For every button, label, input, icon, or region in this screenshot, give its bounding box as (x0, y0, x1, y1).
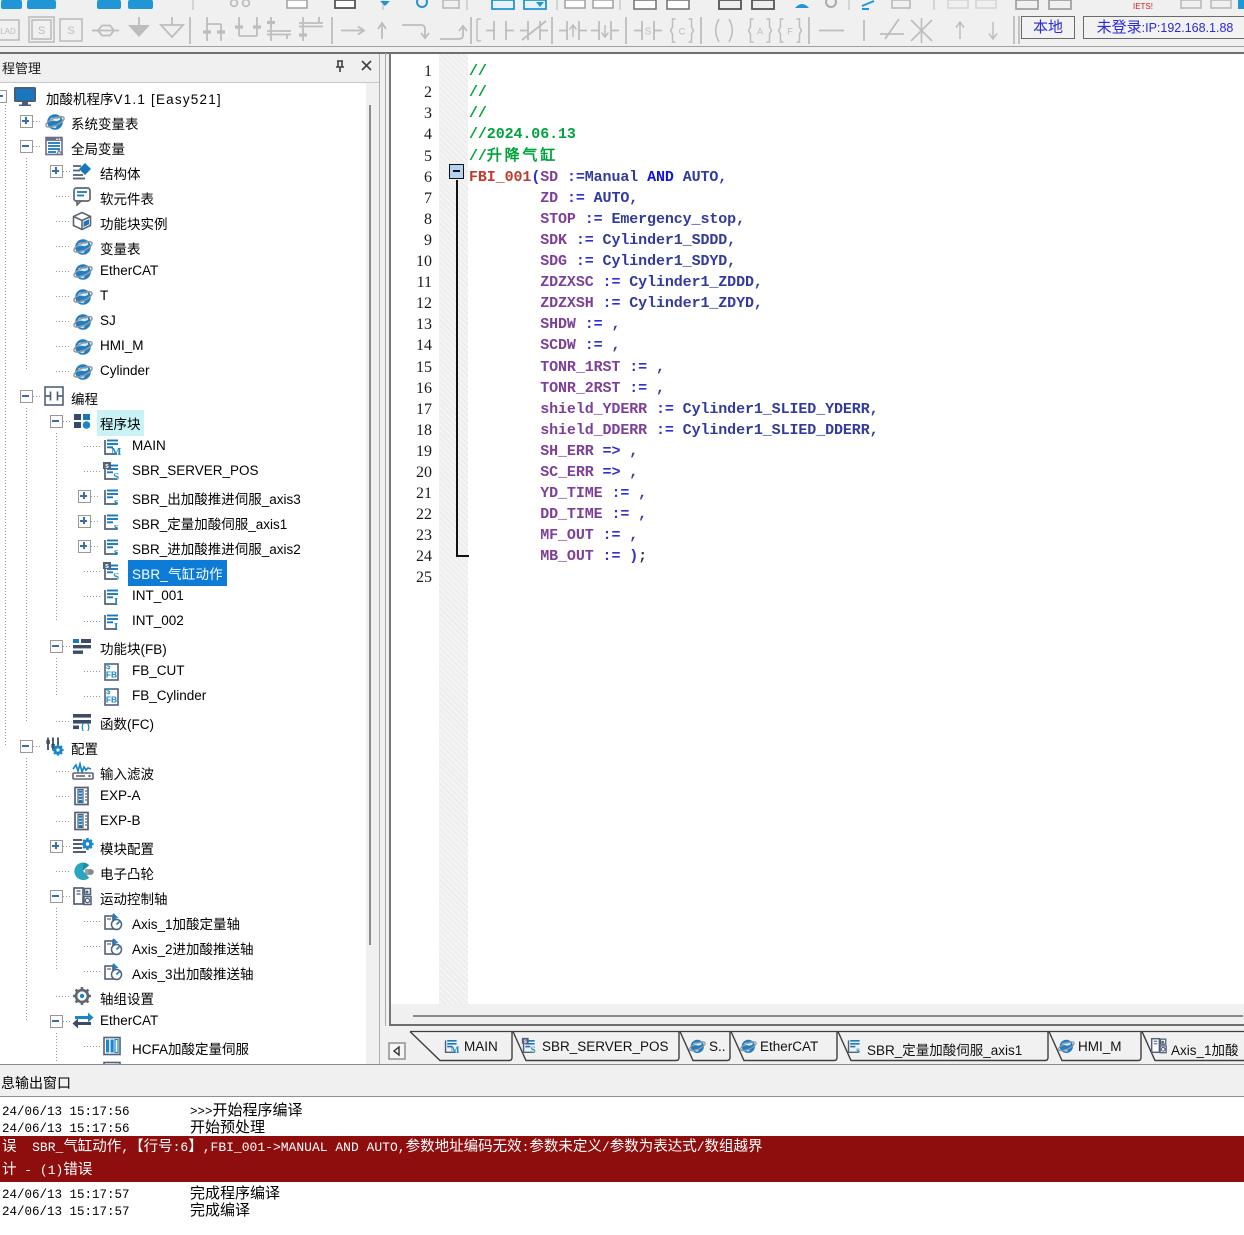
svg-text:s: s (114, 496, 119, 506)
svg-text:S: S (113, 571, 119, 581)
svg-text:(): () (80, 723, 91, 732)
svg-text:A: A (757, 27, 764, 38)
svg-text:S: S (645, 27, 652, 38)
svg-text:M: M (111, 446, 122, 456)
svg-text:s: s (114, 521, 119, 531)
svg-text:s: s (114, 546, 119, 556)
svg-text:C: C (679, 27, 686, 38)
svg-text:S: S (38, 25, 45, 37)
svg-text:I: I (114, 621, 118, 631)
svg-text:S: S (67, 25, 74, 37)
svg-text:S: S (530, 1046, 535, 1054)
svg-text:I: I (114, 596, 118, 606)
svg-text:IETS!: IETS! (1133, 2, 1153, 11)
svg-text:S: S (113, 471, 119, 481)
svg-text:s: s (105, 463, 109, 470)
svg-text:FB: FB (106, 695, 117, 705)
svg-text:LAD: LAD (0, 27, 16, 36)
svg-text:s: s (856, 1046, 860, 1054)
svg-text:M: M (451, 1046, 460, 1054)
svg-text:s: s (105, 563, 109, 570)
svg-text:F: F (787, 27, 793, 38)
svg-text:FB: FB (106, 670, 117, 680)
